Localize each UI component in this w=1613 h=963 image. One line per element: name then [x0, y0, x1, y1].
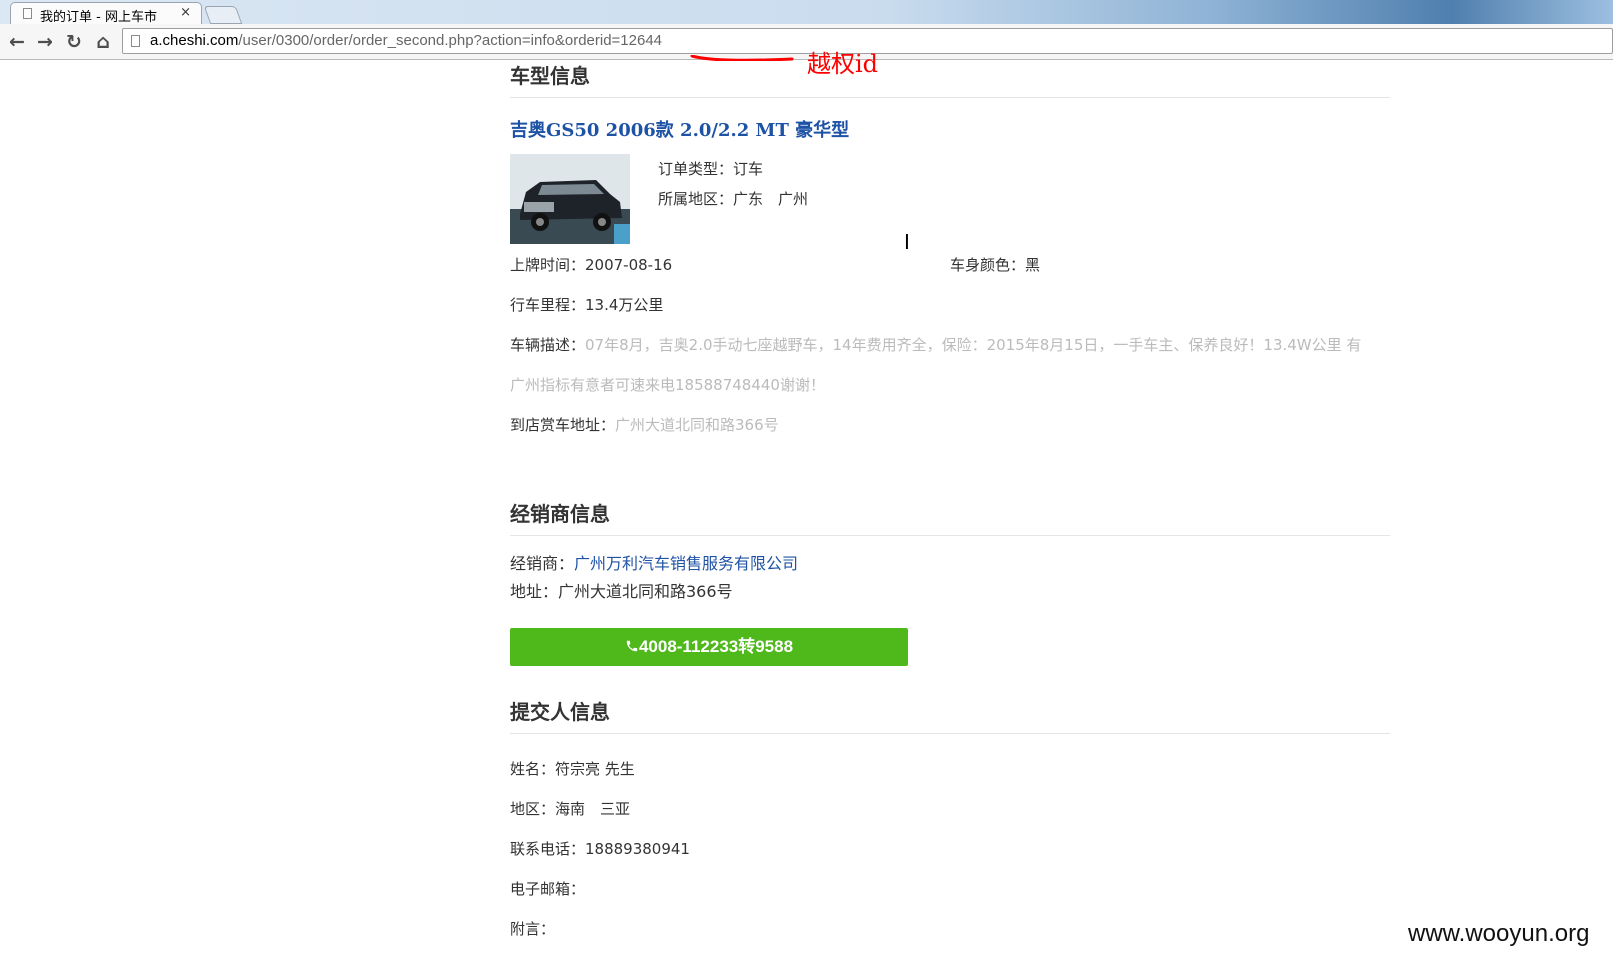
forward-arrow-icon[interactable]: → [33, 30, 57, 54]
submitter-email: 电子邮箱： [510, 880, 586, 898]
new-tab-button[interactable] [203, 6, 243, 24]
back-arrow-icon[interactable]: ← [5, 30, 29, 54]
document-icon [23, 8, 32, 19]
home-icon[interactable]: ⌂ [91, 30, 115, 54]
phone-number: 4008-112233转9588 [638, 637, 794, 656]
dealer-name-link[interactable]: 广州万利汽车销售服务有限公司 [574, 554, 798, 573]
car-name-link[interactable]: 吉奥GS50 2006款 2.0/2.2 MT 豪华型 [510, 116, 1390, 142]
url-text[interactable]: a.cheshi.com/user/0300/order/order_secon… [150, 32, 662, 49]
order-type: 订单类型：订车 [658, 160, 764, 178]
store-address: 到店赏车地址：广州大道北同和路366号 [510, 414, 779, 435]
submitter-name: 姓名：符宗亮 先生 [510, 760, 635, 778]
phone-icon [626, 640, 638, 652]
submitter-phone: 联系电话：18889380941 [510, 840, 690, 858]
submitter-section-title: 提交人信息 [510, 696, 1390, 734]
tab-close-icon[interactable]: × [180, 5, 191, 20]
store-address-label: 到店赏车地址： [510, 416, 616, 434]
browser-tab[interactable]: 我的订单 - 网上车市 × [10, 2, 202, 25]
dealer-section-title: 经销商信息 [510, 498, 1390, 536]
submitter-note: 附言： [510, 920, 556, 938]
car-description: 车辆描述：07年8月，吉奥2.0手动七座越野车，14年费用齐全，保险：2015年… [510, 334, 1361, 355]
description-text-1: 07年8月，吉奥2.0手动七座越野车，14年费用齐全，保险：2015年8月15日… [585, 336, 1362, 354]
dealer-address: 地址：广州大道北同和路366号 [510, 582, 733, 601]
car-section-title: 车型信息 [510, 60, 1390, 98]
tab-title: 我的订单 - 网上车市 [40, 10, 157, 25]
url-path: /user/0300/order/order_second.php?action… [238, 32, 663, 49]
reload-icon[interactable]: ↻ [62, 30, 86, 54]
document-icon [131, 35, 140, 47]
dealer-name-row: 经销商：广州万利汽车销售服务有限公司 [510, 550, 798, 574]
call-dealer-button[interactable]: 4008-112233转9588 [510, 628, 908, 666]
body-color: 车身颜色：黑 [950, 256, 1041, 274]
submitter-section: 提交人信息 [510, 696, 1390, 734]
dealer-section: 经销商信息 [510, 498, 1390, 536]
store-address-value: 广州大道北同和路366号 [615, 416, 779, 434]
car-section: 车型信息 吉奥GS50 2006款 2.0/2.2 MT 豪华型 [510, 60, 1390, 142]
dealer-label: 经销商： [510, 554, 575, 573]
url-host: a.cheshi.com [150, 32, 239, 49]
plate-date: 上牌时间：2007-08-16 [510, 256, 673, 274]
car-photo [510, 154, 630, 244]
description-label: 车辆描述： [510, 336, 586, 354]
browser-titlebar: 我的订单 - 网上车市 × [0, 0, 1613, 25]
mileage: 行车里程：13.4万公里 [510, 296, 664, 314]
site-watermark: www.wooyun.org [1408, 920, 1590, 947]
text-cursor-icon: I [904, 230, 910, 254]
description-text-2: 广州指标有意者可速来电18588748440谢谢！ [510, 376, 825, 394]
submitter-region: 地区：海南 三亚 [510, 800, 631, 818]
car-region: 所属地区：广东 广州 [658, 190, 809, 208]
